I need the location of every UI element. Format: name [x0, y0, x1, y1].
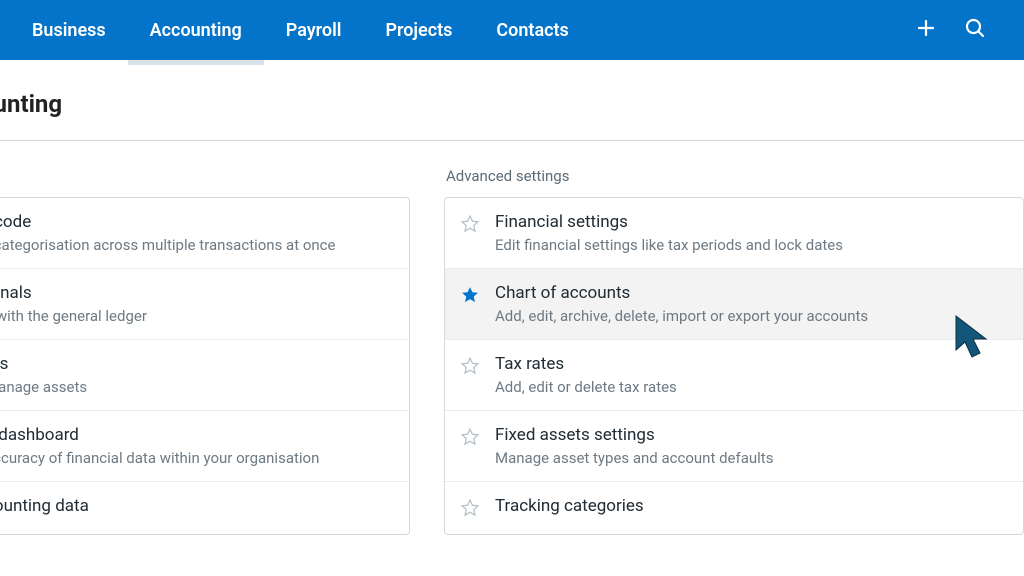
item-title: ecode [0, 212, 391, 232]
nav-contacts[interactable]: Contacts [474, 0, 590, 60]
list-item[interactable]: ecode t categorisation across multiple t… [0, 198, 409, 269]
list-item[interactable]: counting data [0, 482, 409, 534]
nav-left-group: Business Accounting Payroll Projects Con… [10, 0, 591, 60]
nav-projects[interactable]: Projects [363, 0, 474, 60]
item-desc: manage assets [0, 378, 391, 396]
star-icon[interactable] [445, 425, 495, 467]
list-item[interactable]: e dashboard accuracy of financial data w… [0, 411, 409, 482]
left-column: s ecode t categorisation across multiple… [0, 167, 410, 535]
right-section-header: Advanced settings [444, 167, 1024, 197]
plus-icon[interactable] [916, 18, 936, 42]
item-chart-of-accounts[interactable]: Chart of accounts Add, edit, archive, de… [445, 269, 1023, 340]
item-title: Financial settings [495, 212, 1005, 232]
item-title: e dashboard [0, 425, 391, 445]
item-title: Tax rates [495, 354, 1005, 374]
item-desc: accuracy of financial data within your o… [0, 449, 391, 467]
item-financial-settings[interactable]: Financial settings Edit financial settin… [445, 198, 1023, 269]
page-title: ounting [0, 60, 1024, 140]
item-tracking-categories[interactable]: Tracking categories [445, 482, 1023, 534]
item-desc: Add, edit, archive, delete, import or ex… [495, 307, 1005, 325]
nav-business[interactable]: Business [10, 0, 128, 60]
item-title: counting data [0, 496, 391, 516]
nav-payroll[interactable]: Payroll [264, 0, 364, 60]
item-title: Tracking categories [495, 496, 1005, 516]
right-panel: Financial settings Edit financial settin… [444, 197, 1024, 535]
right-column: Advanced settings Financial settings Edi… [444, 167, 1024, 535]
item-title: Chart of accounts [495, 283, 1005, 303]
left-section-header: s [0, 167, 410, 197]
item-title: urnals [0, 283, 391, 303]
left-panel: ecode t categorisation across multiple t… [0, 197, 410, 535]
star-icon[interactable] [445, 496, 495, 520]
item-desc: Add, edit or delete tax rates [495, 378, 1005, 396]
content-area: s ecode t categorisation across multiple… [0, 141, 1024, 535]
item-desc: t categorisation across multiple transac… [0, 236, 391, 254]
item-desc: y with the general ledger [0, 307, 391, 325]
item-desc: Edit financial settings like tax periods… [495, 236, 1005, 254]
star-icon[interactable] [445, 212, 495, 254]
nav-right-group [916, 17, 1014, 43]
item-desc: Manage asset types and account defaults [495, 449, 1005, 467]
list-item[interactable]: ets manage assets [0, 340, 409, 411]
star-icon[interactable] [445, 354, 495, 396]
top-navigation: Business Accounting Payroll Projects Con… [0, 0, 1024, 60]
star-icon[interactable] [445, 283, 495, 325]
item-title: ets [0, 354, 391, 374]
item-fixed-assets-settings[interactable]: Fixed assets settings Manage asset types… [445, 411, 1023, 482]
item-tax-rates[interactable]: Tax rates Add, edit or delete tax rates [445, 340, 1023, 411]
search-icon[interactable] [964, 17, 986, 43]
item-title: Fixed assets settings [495, 425, 1005, 445]
list-item[interactable]: urnals y with the general ledger [0, 269, 409, 340]
nav-accounting[interactable]: Accounting [128, 0, 264, 60]
